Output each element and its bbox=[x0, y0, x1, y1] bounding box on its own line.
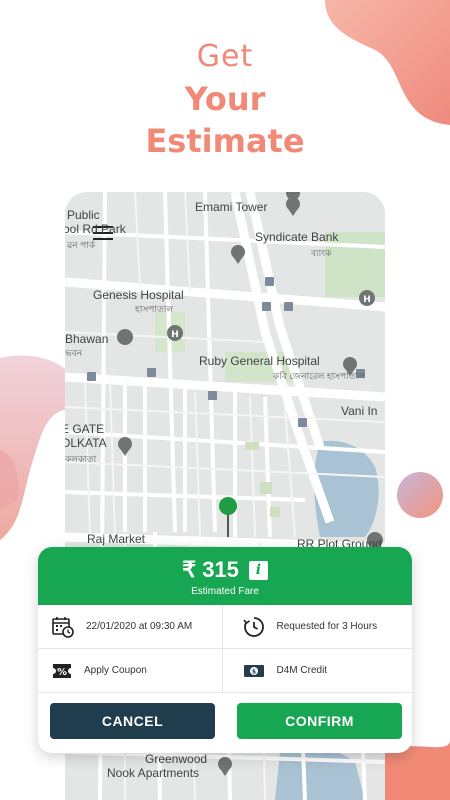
map-label-syndicate: Syndicate Bank bbox=[255, 230, 339, 244]
map-label-ruby: Ruby General Hospital bbox=[199, 354, 320, 368]
fare-header: ₹ 315 i Estimated Fare bbox=[38, 547, 412, 605]
headline-line-3: Estimate bbox=[145, 122, 305, 160]
decor-circle-right bbox=[397, 472, 443, 518]
decor-blob-left bbox=[0, 355, 75, 540]
coupon-icon: % bbox=[53, 663, 71, 678]
details-row-2: % Apply Coupon $ D4M Credit bbox=[38, 649, 412, 693]
headline-line-1: Get bbox=[196, 39, 254, 74]
fare-amount: ₹ 315 bbox=[182, 557, 239, 582]
cash-note-icon: $ bbox=[243, 664, 264, 677]
headline: Get Your Estimate bbox=[0, 36, 450, 162]
headline-line-2: Your bbox=[184, 80, 266, 118]
calendar-clock-icon bbox=[52, 616, 74, 638]
info-icon[interactable]: i bbox=[248, 560, 268, 580]
datetime-field[interactable]: 22/01/2020 at 09:30 AM bbox=[38, 605, 222, 648]
map-label-park: ool Rd Park bbox=[65, 222, 126, 236]
svg-text:$: $ bbox=[251, 668, 255, 675]
map-label-genesis: Genesis Hospital bbox=[93, 288, 184, 302]
svg-text:H: H bbox=[363, 295, 371, 305]
map-label-bhawan-sub: ভবন bbox=[65, 348, 83, 358]
duration-field[interactable]: Requested for 3 Hours bbox=[221, 605, 413, 648]
confirm-button[interactable]: CONFIRM bbox=[237, 703, 402, 739]
map-label-kolkata-sub: কলকাতা bbox=[65, 454, 97, 464]
duration-text: Requested for 3 Hours bbox=[276, 621, 378, 632]
credit-text: D4M Credit bbox=[276, 665, 328, 676]
map-label-emami: Emami Tower bbox=[195, 200, 268, 214]
details-row-1: 22/01/2020 at 09:30 AM Requested for 3 H… bbox=[38, 605, 412, 649]
apply-coupon-text: Apply Coupon bbox=[84, 665, 147, 676]
svg-text:H: H bbox=[171, 330, 179, 340]
estimate-card: ₹ 315 i Estimated Fare 22/01/2020 at 09:… bbox=[38, 547, 412, 753]
map-label-kolkata: OLKATA bbox=[65, 436, 107, 450]
cancel-button[interactable]: CANCEL bbox=[50, 703, 215, 739]
map-label-ruby-sub: কবি জেনারেল হাসপাতাল bbox=[273, 371, 365, 381]
map-label-gate: E GATE bbox=[65, 422, 105, 436]
svg-text:%: % bbox=[57, 667, 67, 678]
map-label-public: Public bbox=[67, 208, 100, 222]
map-label-nook: Nook Apartments bbox=[107, 766, 200, 780]
map-label-genesis-sub: হাসপাতাল bbox=[135, 304, 174, 314]
fare-label: Estimated Fare bbox=[191, 586, 259, 597]
credit-field[interactable]: $ D4M Credit bbox=[221, 649, 413, 692]
map-label-syndicate-sub: ব্যাংক bbox=[311, 248, 332, 258]
map-label-raj-market: Raj Market bbox=[87, 532, 146, 546]
map-label-bhawan: Bhawan bbox=[65, 332, 109, 346]
datetime-text: 22/01/2020 at 09:30 AM bbox=[86, 621, 193, 632]
map-label-greenwood: Greenwood bbox=[145, 752, 208, 766]
fare-amount-row: ₹ 315 i bbox=[182, 547, 268, 583]
clock-icon bbox=[242, 616, 264, 637]
map-label-vani: Vani In bbox=[341, 404, 378, 418]
apply-coupon-field[interactable]: % Apply Coupon bbox=[38, 649, 222, 692]
action-bar: CANCEL CONFIRM bbox=[38, 693, 412, 739]
map-label-park-sub: ৱন পার্ক bbox=[67, 240, 96, 250]
